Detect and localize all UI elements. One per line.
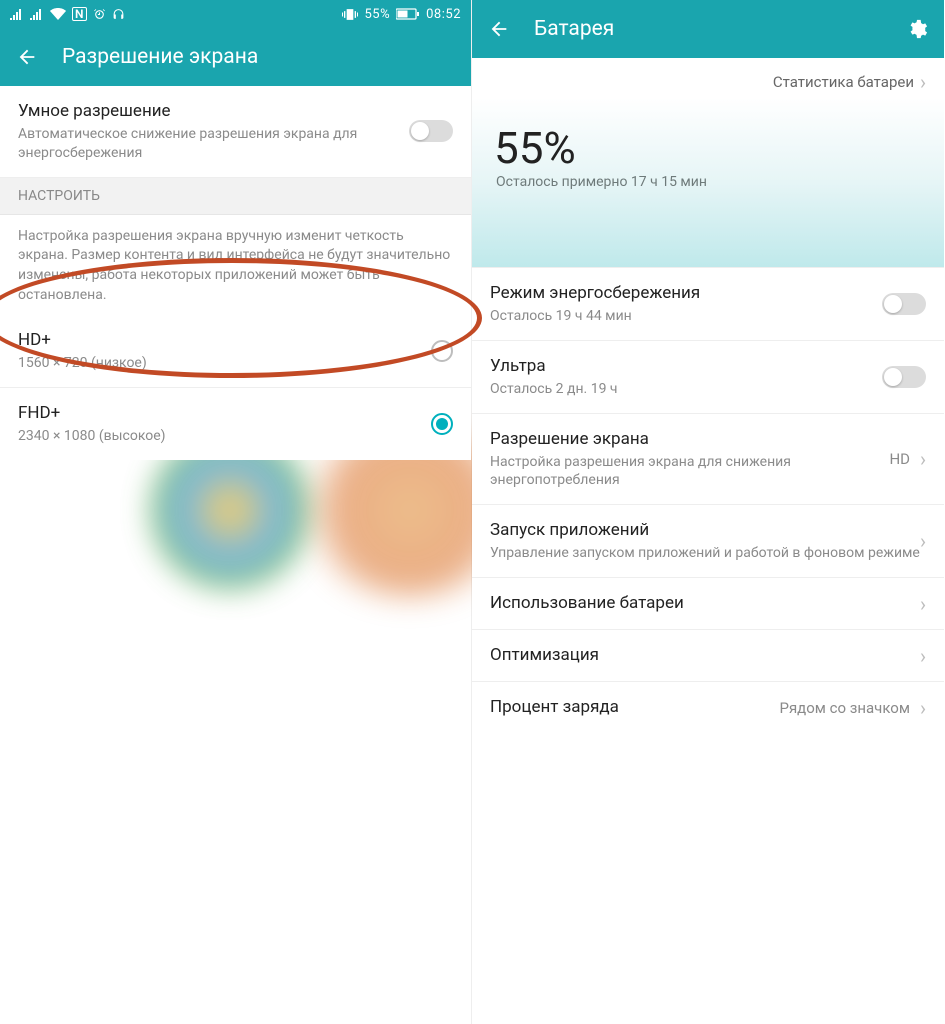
row-hd-option[interactable]: HD+ 1560 × 720 (низкое)	[0, 315, 471, 388]
alarm-icon	[93, 8, 106, 21]
resolution-note: Настройка разрешения экрана вручную изме…	[0, 215, 471, 315]
row-screen-resolution[interactable]: Разрешение экрана Настройка разрешения э…	[472, 414, 944, 506]
row-battery-usage[interactable]: Использование батареи ›	[472, 578, 944, 630]
toggle-ultra[interactable]	[882, 366, 926, 388]
toggle-power-saving[interactable]	[882, 293, 926, 315]
signal-icon	[30, 8, 44, 20]
header-bar: Батарея	[472, 0, 944, 58]
row-subtitle: 2340 × 1080 (высокое)	[18, 427, 431, 446]
page-title: Батарея	[534, 17, 906, 41]
header-bar: Разрешение экрана	[0, 28, 471, 86]
row-power-saving[interactable]: Режим энергосбережения Осталось 19 ч 44 …	[472, 268, 944, 341]
status-bar: N 55% 08:52	[0, 0, 471, 28]
battery-hero: 55% Осталось примерно 17 ч 15 мин	[472, 98, 944, 268]
row-subtitle: Настройка разрешения экрана для снижения…	[490, 453, 889, 491]
battery-icon	[396, 8, 420, 20]
signal-icon	[10, 8, 24, 20]
row-title: Процент заряда	[490, 696, 779, 719]
row-charge-percent[interactable]: Процент заряда Рядом со значком ›	[472, 682, 944, 733]
battery-percent: 55%	[494, 122, 576, 174]
row-title: Режим энергосбережения	[490, 282, 882, 305]
row-subtitle: 1560 × 720 (низкое)	[18, 354, 431, 373]
radio-fhd[interactable]	[431, 413, 453, 435]
page-title: Разрешение экрана	[62, 45, 455, 69]
row-title: FHD+	[18, 402, 431, 425]
row-value: HD	[889, 450, 910, 468]
battery-estimate: Осталось примерно 17 ч 15 мин	[496, 174, 707, 190]
radio-hd[interactable]	[431, 340, 453, 362]
row-title: Использование батареи	[490, 592, 920, 615]
vibrate-icon	[342, 8, 358, 21]
link-text: Статистика батареи	[773, 73, 914, 91]
row-subtitle: Управление запуском приложений и работой…	[490, 544, 920, 563]
back-icon[interactable]	[16, 46, 38, 68]
row-fhd-option[interactable]: FHD+ 2340 × 1080 (высокое)	[0, 388, 471, 460]
gear-icon[interactable]	[906, 18, 928, 40]
screen-resolution: N 55% 08:52 Разрешение экрана Умное	[0, 0, 472, 1024]
row-subtitle: Осталось 19 ч 44 мин	[490, 307, 882, 326]
chevron-right-icon: ›	[920, 531, 926, 551]
chevron-right-icon: ›	[920, 698, 926, 718]
row-ultra[interactable]: Ультра Осталось 2 дн. 19 ч	[472, 341, 944, 414]
chevron-right-icon: ›	[920, 72, 926, 92]
row-app-launch[interactable]: Запуск приложений Управление запуском пр…	[472, 505, 944, 578]
chevron-right-icon: ›	[920, 646, 926, 666]
chevron-right-icon: ›	[920, 449, 926, 469]
row-title: Умное разрешение	[18, 100, 409, 123]
battery-text: 55%	[364, 7, 390, 22]
nfc-icon: N	[72, 7, 87, 21]
row-smart-resolution[interactable]: Умное разрешение Автоматическое снижение…	[0, 86, 471, 178]
section-header: НАСТРОИТЬ	[0, 178, 471, 215]
headset-icon	[112, 8, 125, 21]
row-subtitle: Автоматическое снижение разрешения экран…	[18, 125, 409, 163]
back-icon[interactable]	[488, 18, 510, 40]
row-value: Рядом со значком	[779, 699, 910, 717]
row-title: HD+	[18, 329, 431, 352]
wifi-icon	[50, 8, 66, 20]
toggle-smart-resolution[interactable]	[409, 120, 453, 142]
status-time: 08:52	[426, 7, 461, 22]
battery-stats-link[interactable]: Статистика батареи ›	[472, 58, 944, 98]
screen-battery: Батарея Статистика батареи › 55% Осталос…	[472, 0, 944, 1024]
row-title: Запуск приложений	[490, 519, 920, 542]
row-title: Оптимизация	[490, 644, 920, 667]
chevron-right-icon: ›	[920, 594, 926, 614]
row-title: Ультра	[490, 355, 882, 378]
row-subtitle: Осталось 2 дн. 19 ч	[490, 380, 882, 399]
row-optimize[interactable]: Оптимизация ›	[472, 630, 944, 682]
row-title: Разрешение экрана	[490, 428, 889, 451]
